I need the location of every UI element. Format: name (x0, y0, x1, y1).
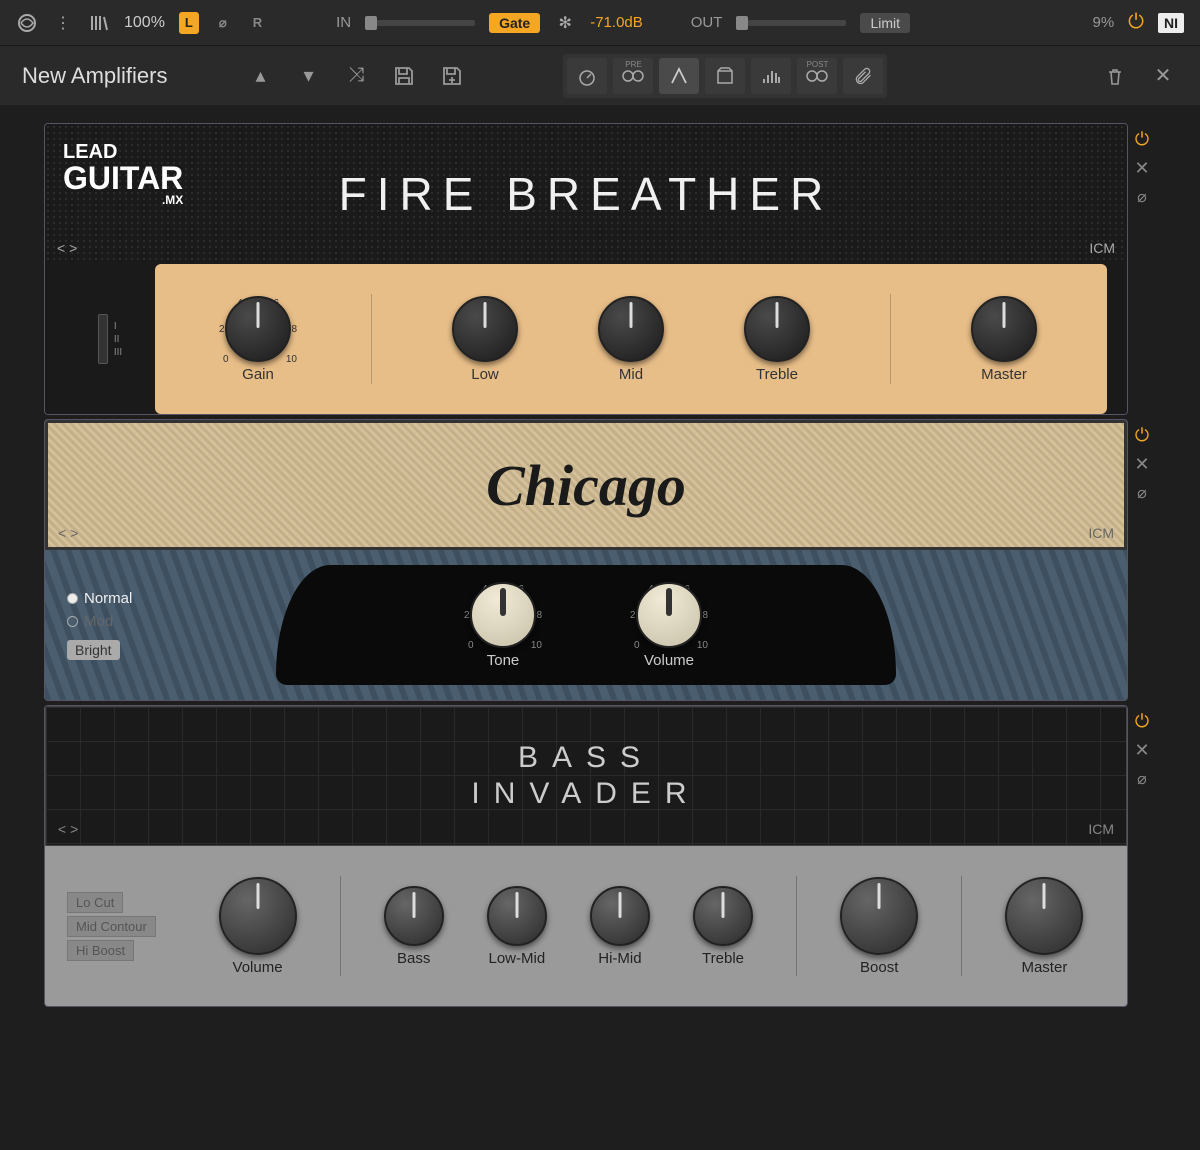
amp-link-icon[interactable]: ⌀ (1137, 483, 1147, 503)
amp-header: BASS INVADER < > ICM (45, 706, 1127, 846)
preset-up-icon[interactable]: ▴ (245, 61, 275, 91)
amp-fire-breather: LEAD GUITAR .MX FIRE BREATHER < > ICM I … (44, 123, 1156, 415)
preset-down-icon[interactable]: ▾ (293, 61, 323, 91)
shuffle-icon[interactable]: ⤨ (341, 61, 371, 91)
preset-name[interactable]: New Amplifiers (22, 63, 167, 89)
mod-radio[interactable]: Mod (67, 613, 217, 630)
amp-remove-icon[interactable]: ✕ (1134, 158, 1149, 179)
amp-controls: I II III 0 2 4 6 8 10 Gain Low Mid (45, 264, 1127, 414)
tone-knob[interactable]: 0 2 4 6 8 10 Tone (470, 582, 536, 669)
fx-eq-icon[interactable] (751, 58, 791, 94)
input-label: IN (336, 14, 351, 31)
channel-link-icon[interactable]: ⌀ (213, 12, 233, 34)
volume-knob[interactable]: 0 2 4 6 8 10 Volume (636, 582, 702, 669)
input-slider[interactable] (365, 20, 475, 26)
himid-knob[interactable]: Hi-Mid (590, 886, 650, 967)
gain-knob[interactable]: 0 2 4 6 8 10 Gain (225, 296, 291, 383)
gate-button[interactable]: Gate (489, 13, 540, 33)
treble-knob[interactable]: Treble (693, 886, 753, 967)
top-bar: ⋮ 100% L ⌀ R IN Gate ✻ -71.0dB OUT Limit… (0, 0, 1200, 45)
icm-badge[interactable]: ICM (1089, 240, 1115, 256)
preset-bar: New Amplifiers ▴ ▾ ⤨ PRE POST ✕ (0, 45, 1200, 105)
save-as-icon[interactable] (437, 61, 467, 91)
amp-power-icon[interactable]: ⏻ (1135, 425, 1149, 446)
amp-nav-arrows[interactable]: < > (58, 525, 78, 541)
amp-nav-arrows[interactable]: < > (58, 821, 78, 837)
delete-icon[interactable] (1100, 61, 1130, 91)
amp-chicago: Chicago < > ICM Normal Mod Bright 0 2 4 … (44, 419, 1156, 701)
power-icon[interactable]: ⏻ (1128, 11, 1144, 34)
fx-cabinet-icon[interactable] (705, 58, 745, 94)
library-icon[interactable] (88, 12, 110, 34)
midcontour-button[interactable]: Mid Contour (67, 916, 156, 937)
amp-header: LEAD GUITAR .MX FIRE BREATHER < > ICM (45, 124, 1127, 264)
zoom-percent[interactable]: 100% (124, 14, 165, 32)
volume-knob[interactable]: Volume (219, 877, 297, 976)
save-icon[interactable] (389, 61, 419, 91)
master-knob[interactable]: Master (971, 296, 1037, 383)
collapse-icon[interactable]: ✕ (1148, 61, 1178, 91)
amp-header: Chicago < > ICM (45, 420, 1127, 550)
channel-switch[interactable]: I II III (65, 264, 155, 414)
amp-side-controls: ⏻ ✕ ⌀ (1128, 705, 1156, 1007)
hiboost-button[interactable]: Hi Boost (67, 940, 134, 961)
amp-remove-icon[interactable]: ✕ (1134, 740, 1149, 761)
fx-amp-icon[interactable] (659, 58, 699, 94)
locut-button[interactable]: Lo Cut (67, 892, 123, 913)
ni-logo: NI (1158, 13, 1184, 33)
menu-dots-icon[interactable]: ⋮ (52, 12, 74, 34)
master-knob[interactable]: Master (1005, 877, 1083, 976)
boost-knob[interactable]: Boost (840, 877, 918, 976)
normal-radio[interactable]: Normal (67, 590, 217, 607)
amp-remove-icon[interactable]: ✕ (1134, 454, 1149, 475)
fx-attachment-icon[interactable] (843, 58, 883, 94)
amp-stack: LEAD GUITAR .MX FIRE BREATHER < > ICM I … (0, 105, 1200, 1007)
amp-power-icon[interactable]: ⏻ (1135, 129, 1149, 150)
channel-l-button[interactable]: L (179, 12, 199, 34)
amp-power-icon[interactable]: ⏻ (1135, 711, 1149, 732)
amp-nav-arrows[interactable]: < > (57, 240, 77, 256)
fx-pre-tape-icon[interactable]: PRE (613, 58, 653, 94)
amp-title: FIRE BREATHER (339, 167, 834, 221)
amp-bass-invader: BASS INVADER < > ICM Lo Cut Mid Contour … (44, 705, 1156, 1007)
output-slider[interactable] (736, 20, 846, 26)
icm-badge[interactable]: ICM (1088, 821, 1114, 837)
chicago-options: Normal Mod Bright (67, 590, 217, 660)
app-logo-icon[interactable] (16, 12, 38, 34)
amp-side-controls: ⏻ ✕ ⌀ (1128, 419, 1156, 701)
limit-button[interactable]: Limit (860, 13, 910, 33)
low-knob[interactable]: Low (452, 296, 518, 383)
amp-side-controls: ⏻ ✕ ⌀ (1128, 123, 1156, 415)
amp-title: BASS INVADER (471, 740, 700, 812)
mid-knob[interactable]: Mid (598, 296, 664, 383)
fx-tuner-icon[interactable] (567, 58, 607, 94)
bass-invader-options: Lo Cut Mid Contour Hi Boost (67, 892, 197, 961)
treble-knob[interactable]: Treble (744, 296, 810, 383)
gate-settings-icon[interactable]: ✻ (554, 12, 576, 34)
amp-controls: Normal Mod Bright 0 2 4 6 8 10 Tone (45, 550, 1127, 700)
icm-badge[interactable]: ICM (1088, 525, 1114, 541)
channel-r-button[interactable]: R (247, 12, 268, 34)
fx-post-tape-icon[interactable]: POST (797, 58, 837, 94)
watermark-logo: LEAD GUITAR .MX (63, 142, 183, 206)
amp-link-icon[interactable]: ⌀ (1137, 187, 1147, 207)
gate-db-value[interactable]: -71.0dB (590, 14, 643, 31)
bass-knob[interactable]: Bass (384, 886, 444, 967)
amp-title: Chicago (486, 452, 686, 519)
amp-controls: Lo Cut Mid Contour Hi Boost Volume Bass … (45, 846, 1127, 1006)
lowmid-knob[interactable]: Low-Mid (487, 886, 547, 967)
bright-button[interactable]: Bright (67, 640, 120, 660)
output-label: OUT (691, 14, 723, 31)
cpu-percent: 9% (1092, 14, 1114, 31)
fx-chain: PRE POST (563, 54, 887, 98)
amp-link-icon[interactable]: ⌀ (1137, 769, 1147, 789)
